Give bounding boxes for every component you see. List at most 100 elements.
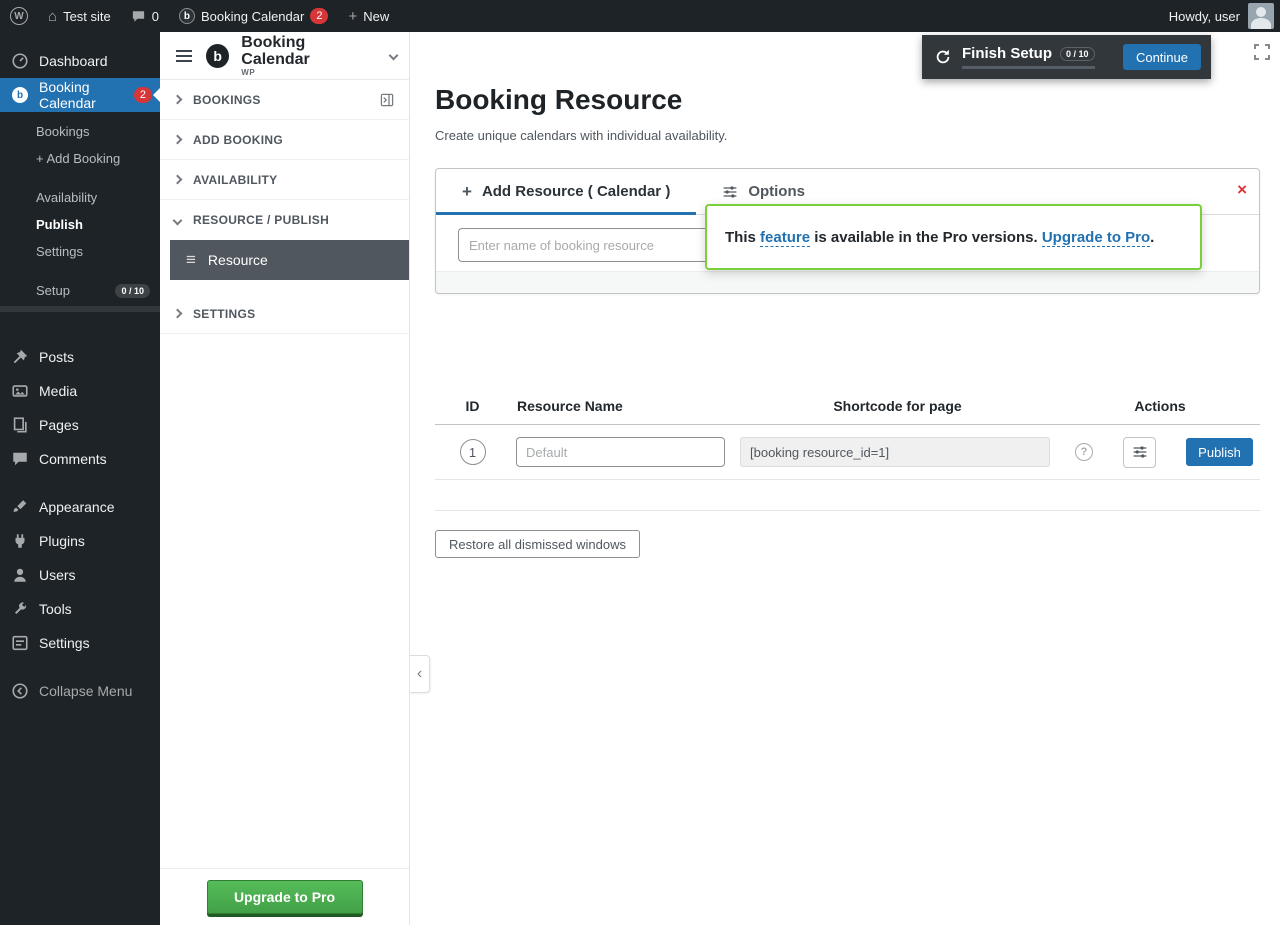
plugin-title: Booking Calendar [241, 34, 374, 69]
card-footer [436, 271, 1259, 293]
collapse-sidebar-tab[interactable]: ‹ [410, 655, 430, 693]
plugins-plug-icon [10, 531, 30, 551]
plugin-title-menu[interactable]: Booking Calendar WP [241, 34, 374, 78]
pages-icon [10, 415, 30, 435]
plus-icon: + [348, 8, 357, 25]
upgrade-to-pro-button[interactable]: Upgrade to Pro [207, 880, 363, 914]
page-subtitle: Create unique calendars with individual … [435, 128, 727, 143]
new-label: New [363, 9, 389, 24]
plugin-title-sub: WP [241, 69, 374, 78]
avatar[interactable] [1248, 3, 1274, 29]
wp-admin-sidebar: Dashboard b Booking Calendar 2 Bookings … [0, 32, 160, 925]
sidebar-item-booking-calendar[interactable]: b Booking Calendar 2 [0, 78, 160, 112]
shortcode-input[interactable] [740, 437, 1050, 467]
row-options-button[interactable] [1123, 437, 1156, 468]
tools-label: Tools [39, 601, 72, 617]
booking-calendar-badge: 2 [134, 87, 152, 103]
refresh-icon [934, 48, 952, 66]
finish-setup-progress-bar [962, 66, 1095, 69]
collapse-menu-label: Collapse Menu [39, 683, 132, 699]
col-resource-name: Resource Name [510, 398, 735, 414]
dashboard-label: Dashboard [39, 53, 108, 69]
comments-link[interactable]: 0 [121, 0, 169, 32]
sidebar-item-plugins[interactable]: Plugins [0, 524, 160, 558]
section-availability[interactable]: AVAILABILITY [160, 160, 409, 200]
chevron-right-icon [173, 175, 183, 185]
pin-sidebar-icon[interactable] [379, 92, 395, 108]
resources-table: ID Resource Name Shortcode for page Acti… [435, 388, 1260, 511]
restore-dismissed-windows-button[interactable]: Restore all dismissed windows [435, 530, 640, 558]
update-count-badge: 2 [310, 8, 328, 24]
submenu-settings[interactable]: Settings [0, 238, 160, 265]
table-row: 1 ? Publish [435, 425, 1260, 480]
booking-calendar-icon: b [179, 8, 195, 24]
feature-link[interactable]: feature [760, 229, 810, 247]
plugin-sidebar-footer: Upgrade to Pro [160, 868, 409, 925]
section-settings-label: SETTINGS [193, 307, 255, 321]
site-name-link[interactable]: ⌂ Test site [38, 0, 121, 32]
section-bookings[interactable]: BOOKINGS [160, 80, 409, 120]
sidebar-item-tools[interactable]: Tools [0, 592, 160, 626]
sidebar-item-settings[interactable]: Settings [0, 626, 160, 660]
sidebar-item-posts[interactable]: Posts [0, 340, 160, 374]
section-resource-publish-label: RESOURCE / PUBLISH [193, 213, 329, 227]
popup-text: is available in the Pro versions. [814, 229, 1037, 246]
tools-wrench-icon [10, 599, 30, 619]
adminbar-booking-calendar[interactable]: b Booking Calendar 2 [169, 0, 338, 32]
table-header-row: ID Resource Name Shortcode for page Acti… [435, 388, 1260, 425]
section-settings[interactable]: SETTINGS [160, 294, 409, 334]
sidebar-item-appearance[interactable]: Appearance [0, 490, 160, 524]
setup-label: Setup [36, 283, 70, 298]
upgrade-to-pro-link[interactable]: Upgrade to Pro [1042, 229, 1150, 247]
section-resource-publish[interactable]: RESOURCE / PUBLISH [160, 200, 409, 240]
publish-button[interactable]: Publish [1186, 438, 1253, 466]
new-content-menu[interactable]: + New [338, 0, 399, 32]
chevron-right-icon [173, 95, 183, 105]
submenu-setup[interactable]: Setup 0 / 10 [0, 277, 160, 304]
pro-feature-popup: This feature is available in the Pro ver… [705, 204, 1202, 270]
submenu-publish[interactable]: Publish [0, 211, 160, 238]
tab-add-resource[interactable]: + Add Resource ( Calendar ) [436, 169, 696, 214]
row-resource-name-input[interactable] [516, 437, 725, 467]
howdy-user-link[interactable]: Howdy, user [1169, 9, 1240, 24]
sidebar-item-media[interactable]: Media [0, 374, 160, 408]
finish-setup-title: Finish Setup [962, 45, 1052, 62]
submenu-availability[interactable]: Availability [0, 184, 160, 211]
section-add-booking-label: ADD BOOKING [193, 133, 283, 147]
posts-label: Posts [39, 349, 74, 365]
users-label: Users [39, 567, 76, 583]
tab-options-label: Options [748, 183, 805, 200]
booking-calendar-logo: b [206, 44, 229, 68]
booking-calendar-submenu: Bookings + Add Booking Availability Publ… [0, 112, 160, 326]
continue-button[interactable]: Continue [1123, 44, 1201, 70]
sidebar-item-comments[interactable]: Comments [0, 442, 160, 476]
chevron-left-icon: ‹ [417, 665, 422, 683]
chevron-right-icon [173, 135, 183, 145]
sidebar-item-dashboard[interactable]: Dashboard [0, 44, 160, 78]
section-add-booking[interactable]: ADD BOOKING [160, 120, 409, 160]
chevron-down-icon[interactable] [389, 51, 399, 61]
close-icon[interactable]: × [1237, 181, 1247, 198]
page-title: Booking Resource [435, 84, 682, 116]
dashboard-icon [10, 51, 30, 71]
setup-progress-count: 0 / 10 [115, 284, 150, 298]
submenu-bookings[interactable]: Bookings [0, 118, 160, 145]
sidebar-item-pages[interactable]: Pages [0, 408, 160, 442]
fullscreen-icon[interactable] [1252, 42, 1272, 62]
section-bookings-label: BOOKINGS [193, 93, 261, 107]
menu-hamburger-icon[interactable] [174, 48, 194, 64]
posts-pin-icon [10, 347, 30, 367]
chevron-right-icon [173, 309, 183, 319]
settings-icon [10, 633, 30, 653]
submenu-add-booking[interactable]: + Add Booking [0, 145, 160, 172]
popup-text: This [725, 229, 756, 246]
chevron-down-icon [173, 215, 183, 225]
finish-setup-count: 0 / 10 [1060, 47, 1095, 61]
sidebar-item-resource-active[interactable]: ≡ Resource [170, 240, 409, 280]
collapse-menu-button[interactable]: Collapse Menu [0, 674, 160, 708]
help-icon[interactable]: ? [1075, 443, 1093, 461]
plugins-label: Plugins [39, 533, 85, 549]
sidebar-item-users[interactable]: Users [0, 558, 160, 592]
adminbar-booking-calendar-label: Booking Calendar [201, 9, 304, 24]
wp-logo-menu[interactable]: W [0, 0, 38, 32]
